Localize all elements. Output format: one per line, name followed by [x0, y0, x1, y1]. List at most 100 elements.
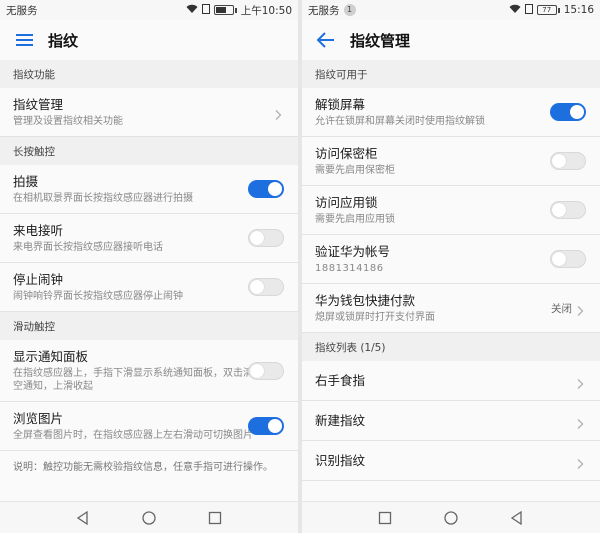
setting-item[interactable]: 来电接听来电界面长按指纹感应器接听电话	[0, 214, 298, 263]
setting-subtitle: 管理及设置指纹相关功能	[13, 116, 123, 127]
setting-title: 停止闹钟	[13, 272, 64, 287]
setting-subtitle: 1881314186	[315, 263, 384, 274]
status-bar: 无服务 上午10:50	[0, 0, 298, 20]
home-icon[interactable]	[444, 510, 458, 525]
setting-item[interactable]: 新建指纹	[302, 401, 600, 441]
recents-icon[interactable]	[208, 511, 222, 525]
setting-title: 右手食指	[315, 373, 366, 388]
setting-item[interactable]: 拍摄在相机取景界面长按指纹感应器进行拍摄	[0, 165, 298, 214]
setting-subtitle: 在相机取景界面长按指纹感应器进行拍摄	[13, 193, 193, 204]
toggle-switch-off[interactable]	[550, 201, 586, 219]
menu-icon[interactable]	[14, 30, 34, 50]
section-header: 长按触控	[0, 137, 298, 165]
chevron-right-icon	[272, 106, 284, 120]
chevron-right-icon	[574, 415, 586, 429]
setting-item[interactable]: 停止闹钟闹钟响铃界面长按指纹感应器停止闹钟	[0, 263, 298, 312]
chevron-right-icon	[574, 455, 586, 469]
page-title: 指纹	[48, 31, 79, 50]
setting-subtitle: 允许在锁屏和屏幕关闭时使用指纹解锁	[315, 116, 485, 127]
battery-level: 77	[536, 5, 557, 15]
wifi-icon	[509, 4, 521, 17]
section-header: 指纹功能	[0, 60, 298, 88]
toggle-knob	[250, 363, 264, 378]
toggle-switch-on[interactable]	[550, 103, 586, 121]
toggle-switch-on[interactable]	[248, 417, 284, 435]
toggle-knob	[250, 280, 264, 294]
toggle-switch-off[interactable]	[550, 152, 586, 170]
setting-item[interactable]: 验证华为帐号 1881314186	[302, 235, 600, 284]
setting-item[interactable]: 华为钱包快捷付款熄屏或锁屏时打开支付界面 关闭	[302, 284, 600, 333]
home-icon[interactable]	[142, 510, 156, 525]
setting-title: 浏览图片	[13, 411, 64, 426]
setting-title: 新建指纹	[315, 413, 366, 428]
setting-subtitle: 需要先启用应用锁	[315, 214, 395, 225]
battery-icon: 77	[536, 5, 560, 15]
toggle-switch-off[interactable]	[248, 229, 284, 247]
clock: 上午10:50	[240, 4, 292, 17]
carrier-label: 无服务	[6, 4, 38, 17]
chevron-right-icon	[574, 302, 586, 316]
battery-icon	[213, 5, 237, 15]
sim-icon	[201, 3, 210, 17]
settings-list: 指纹可用于 解锁屏幕 允许在锁屏和屏幕关闭时使用指纹解锁 访问保密柜 需要先启用保密柜访…	[302, 60, 600, 481]
toggle-knob	[552, 203, 566, 217]
back-icon[interactable]	[510, 510, 524, 525]
setting-title: 访问保密柜	[315, 146, 378, 161]
app-bar: 指纹管理	[302, 20, 600, 60]
left-screen: 无服务 上午10:50 指纹 指纹功能 指纹管理 管理及设置指纹相关功能 长按触控 拍摄…	[0, 0, 298, 533]
recents-icon[interactable]	[378, 511, 392, 525]
right-screen: 无服务 1 77 15:16 指纹管理 指纹可用于解锁屏幕允许在锁屏和屏幕关闭时…	[302, 0, 600, 533]
setting-title: 显示通知面板	[13, 349, 89, 364]
toggle-knob	[570, 105, 584, 119]
setting-item[interactable]: 右手食指	[302, 361, 600, 401]
toggle-knob	[268, 419, 282, 433]
wifi-icon	[186, 4, 198, 17]
setting-subtitle: 来电界面长按指纹感应器接听电话	[13, 242, 163, 253]
system-nav-bar	[302, 501, 600, 533]
setting-title: 来电接听	[13, 223, 64, 238]
setting-title: 指纹管理	[13, 97, 64, 112]
toggle-switch-off[interactable]	[248, 361, 284, 380]
setting-item[interactable]: 访问保密柜 需要先启用保密柜	[302, 137, 600, 186]
setting-title: 识别指纹	[315, 453, 366, 468]
setting-item[interactable]: 访问应用锁需要先启用应用锁	[302, 186, 600, 235]
page-title: 指纹管理	[350, 31, 411, 50]
settings-list: 指纹功能指纹管理管理及设置指纹相关功能长按触控拍摄在相机取景界面长按指纹感应器进…	[0, 60, 298, 451]
setting-value: 关闭	[551, 303, 572, 315]
clock: 15:16	[563, 4, 594, 16]
toggle-knob	[268, 182, 282, 196]
system-nav-bar	[0, 501, 298, 533]
setting-subtitle: 闹钟响铃界面长按指纹感应器停止闹钟	[13, 291, 183, 302]
section-header: 指纹列表 (1/5)	[302, 333, 600, 361]
chevron-right-icon	[574, 375, 586, 389]
back-arrow-icon[interactable]	[316, 30, 336, 50]
toggle-knob	[250, 231, 264, 245]
back-icon[interactable]	[76, 510, 90, 525]
setting-title: 验证华为帐号	[315, 244, 391, 259]
toggle-knob	[552, 252, 566, 266]
section-header: 指纹可用于	[302, 60, 600, 88]
setting-item[interactable]: 识别指纹	[302, 441, 600, 481]
setting-item[interactable]: 指纹管理管理及设置指纹相关功能	[0, 88, 298, 137]
sim-icon	[524, 3, 533, 17]
carrier-label: 无服务	[308, 4, 340, 17]
setting-title: 解锁屏幕	[315, 97, 366, 112]
app-bar: 指纹	[0, 20, 298, 60]
setting-subtitle: 熄屏或锁屏时打开支付界面	[315, 312, 435, 323]
toggle-switch-off[interactable]	[550, 250, 586, 268]
setting-item[interactable]: 解锁屏幕允许在锁屏和屏幕关闭时使用指纹解锁	[302, 88, 600, 137]
toggle-switch-on[interactable]	[248, 180, 284, 198]
setting-item[interactable]: 显示通知面板在指纹感应器上，手指下滑显示系统通知面板，双击清空通知，上滑收起	[0, 340, 298, 402]
setting-title: 访问应用锁	[315, 195, 378, 210]
note-text: 说明：触控功能无需校验指纹信息，任意手指可进行操作。	[13, 462, 273, 473]
setting-title: 拍摄	[13, 174, 39, 189]
setting-subtitle: 全屏查看图片时，在指纹感应器上左右滑动可切换图片	[13, 430, 253, 441]
toggle-knob	[552, 154, 566, 168]
notification-badge: 1	[343, 4, 356, 16]
section-header: 滑动触控	[0, 312, 298, 340]
setting-item[interactable]: 浏览图片全屏查看图片时，在指纹感应器上左右滑动可切换图片	[0, 402, 298, 451]
status-bar: 无服务 1 77 15:16	[302, 0, 600, 20]
setting-subtitle: 在指纹感应器上，手指下滑显示系统通知面板，双击清空通知，上滑收起	[13, 368, 253, 392]
setting-title: 华为钱包快捷付款	[315, 293, 416, 308]
toggle-switch-off[interactable]	[248, 278, 284, 296]
